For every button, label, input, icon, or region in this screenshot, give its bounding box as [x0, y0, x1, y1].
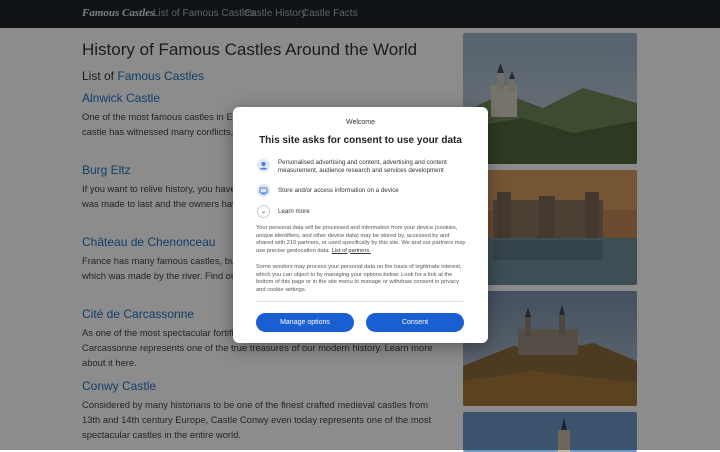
consent-paragraph-vendors: Some vendors may process your personal d…	[256, 264, 462, 293]
learn-more-toggle[interactable]: Learn more	[278, 208, 310, 215]
consent-divider	[256, 301, 465, 302]
consent-title: This site asks for consent to use your d…	[259, 135, 462, 146]
consent-dialog: Welcome This site asks for consent to us…	[233, 107, 488, 343]
consent-paragraph-partners: Your personal data will be processed and…	[256, 225, 466, 255]
device-icon	[257, 184, 270, 197]
person-icon	[257, 159, 270, 172]
purpose-store-access: Store and/or access information on a dev…	[278, 187, 399, 194]
consent-welcome: Welcome	[345, 119, 376, 126]
list-of-partners-link[interactable]: List of partners.	[332, 248, 371, 254]
consent-button[interactable]: Consent	[366, 313, 464, 332]
purpose-personalised: Personalised advertising and content, ad…	[278, 159, 447, 174]
chevron-down-icon[interactable]: ⌄	[257, 205, 270, 218]
manage-options-button[interactable]: Manage options	[256, 313, 354, 332]
